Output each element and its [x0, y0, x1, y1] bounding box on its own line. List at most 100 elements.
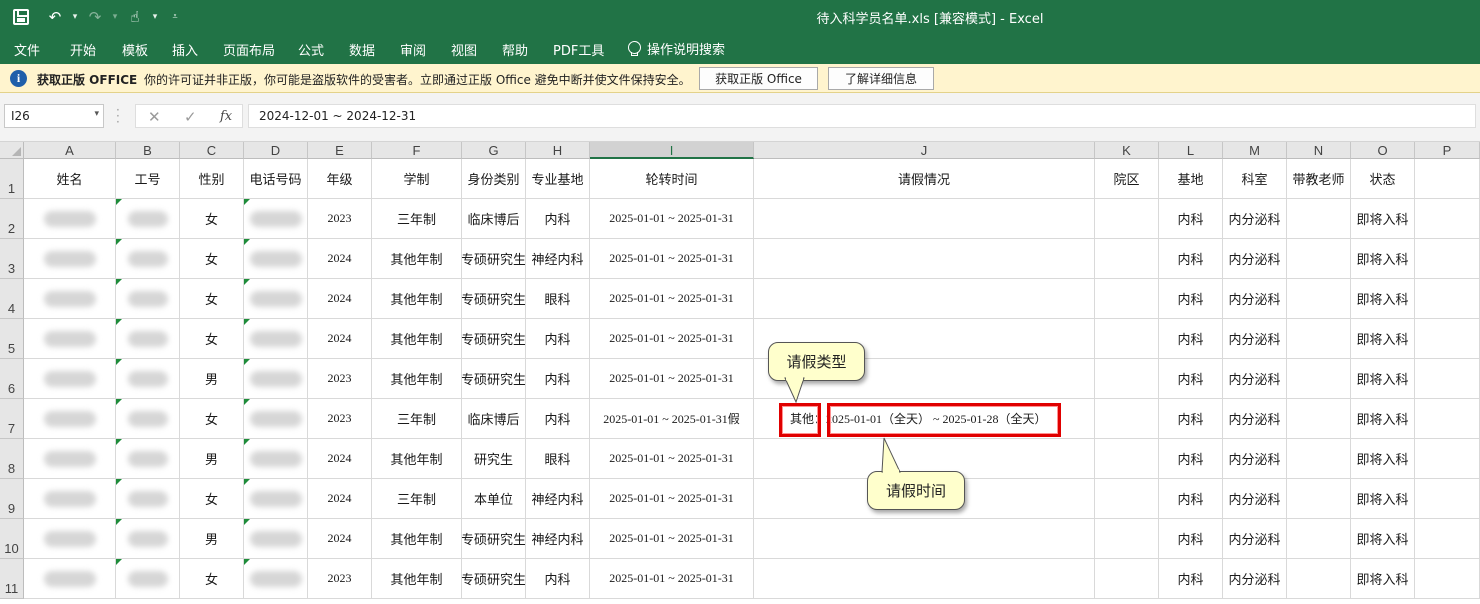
column-header-a[interactable]: A — [24, 142, 116, 159]
empty-cell[interactable] — [1415, 199, 1480, 239]
column-header-b[interactable]: B — [116, 142, 180, 159]
row-header-9[interactable]: 9 — [0, 479, 24, 519]
row-header-3[interactable]: 3 — [0, 239, 24, 279]
formula-input[interactable]: 2024-12-01 ~ 2024-12-31 — [248, 104, 1476, 128]
tab-review[interactable]: 审阅 — [400, 40, 426, 59]
status-cell[interactable]: 即将入科 — [1351, 399, 1415, 439]
empty-cell[interactable] — [1095, 199, 1159, 239]
formula-bar-grip[interactable]: · · · — [116, 104, 120, 128]
name-cell[interactable] — [24, 319, 116, 359]
identity-cell[interactable]: 临床博后 — [462, 199, 526, 239]
empty-cell[interactable] — [1287, 519, 1351, 559]
base-cell[interactable]: 神经内科 — [526, 239, 590, 279]
department-cell[interactable]: 内分泌科 — [1223, 439, 1287, 479]
identity-cell[interactable]: 临床博后 — [462, 399, 526, 439]
employee-id-cell[interactable] — [116, 279, 180, 319]
grade-cell[interactable]: 2024 — [308, 319, 372, 359]
empty-cell[interactable] — [1095, 319, 1159, 359]
header-cell-c[interactable]: 性别 — [180, 159, 244, 199]
status-cell[interactable]: 即将入科 — [1351, 479, 1415, 519]
row-header-6[interactable]: 6 — [0, 359, 24, 399]
empty-cell[interactable] — [1415, 239, 1480, 279]
empty-cell[interactable] — [1415, 479, 1480, 519]
gender-cell[interactable]: 女 — [180, 239, 244, 279]
jidi-cell[interactable]: 内科 — [1159, 519, 1223, 559]
system-cell[interactable]: 三年制 — [372, 479, 462, 519]
status-cell[interactable]: 即将入科 — [1351, 199, 1415, 239]
tab-page-layout[interactable]: 页面布局 — [223, 40, 275, 59]
base-cell[interactable]: 内科 — [526, 399, 590, 439]
header-cell-d[interactable]: 电话号码 — [244, 159, 308, 199]
row-header-5[interactable]: 5 — [0, 319, 24, 359]
department-cell[interactable]: 内分泌科 — [1223, 279, 1287, 319]
status-cell[interactable]: 即将入科 — [1351, 559, 1415, 599]
header-cell-o[interactable]: 状态 — [1351, 159, 1415, 199]
header-cell-a[interactable]: 姓名 — [24, 159, 116, 199]
tab-data[interactable]: 数据 — [349, 40, 375, 59]
column-header-h[interactable]: H — [526, 142, 590, 159]
system-cell[interactable]: 三年制 — [372, 199, 462, 239]
empty-cell[interactable] — [1287, 239, 1351, 279]
status-cell[interactable]: 即将入科 — [1351, 239, 1415, 279]
phone-cell[interactable] — [244, 479, 308, 519]
empty-cell[interactable] — [1415, 519, 1480, 559]
empty-cell[interactable] — [1287, 319, 1351, 359]
status-cell[interactable]: 即将入科 — [1351, 439, 1415, 479]
grade-cell[interactable]: 2023 — [308, 359, 372, 399]
department-cell[interactable]: 内分泌科 — [1223, 399, 1287, 439]
phone-cell[interactable] — [244, 399, 308, 439]
column-header-e[interactable]: E — [308, 142, 372, 159]
jidi-cell[interactable]: 内科 — [1159, 199, 1223, 239]
cancel-icon[interactable]: ✕ — [148, 108, 161, 126]
gender-cell[interactable]: 男 — [180, 519, 244, 559]
department-cell[interactable]: 内分泌科 — [1223, 199, 1287, 239]
empty-cell[interactable] — [1095, 359, 1159, 399]
phone-cell[interactable] — [244, 239, 308, 279]
leave-cell[interactable] — [754, 239, 1095, 279]
phone-cell[interactable] — [244, 319, 308, 359]
gender-cell[interactable]: 男 — [180, 359, 244, 399]
identity-cell[interactable]: 专硕研究生 — [462, 319, 526, 359]
header-cell-i[interactable]: 轮转时间 — [590, 159, 754, 199]
empty-cell[interactable] — [1095, 519, 1159, 559]
base-cell[interactable]: 内科 — [526, 559, 590, 599]
phone-cell[interactable] — [244, 439, 308, 479]
empty-cell[interactable] — [1287, 439, 1351, 479]
jidi-cell[interactable]: 内科 — [1159, 439, 1223, 479]
jidi-cell[interactable]: 内科 — [1159, 399, 1223, 439]
rotation-time-cell[interactable]: 2025-01-01 ~ 2025-01-31 — [590, 519, 754, 559]
phone-cell[interactable] — [244, 519, 308, 559]
leave-cell[interactable] — [754, 279, 1095, 319]
tab-home[interactable]: 开始 — [70, 40, 96, 59]
system-cell[interactable]: 其他年制 — [372, 319, 462, 359]
base-cell[interactable]: 神经内科 — [526, 519, 590, 559]
empty-cell[interactable] — [1095, 559, 1159, 599]
employee-id-cell[interactable] — [116, 199, 180, 239]
empty-cell[interactable] — [1415, 559, 1480, 599]
empty-cell[interactable] — [1095, 479, 1159, 519]
name-cell[interactable] — [24, 199, 116, 239]
empty-cell[interactable] — [1287, 359, 1351, 399]
row-header-11[interactable]: 11 — [0, 559, 24, 599]
jidi-cell[interactable]: 内科 — [1159, 479, 1223, 519]
rotation-time-cell[interactable]: 2025-01-01 ~ 2025-01-31 — [590, 239, 754, 279]
column-header-k[interactable]: K — [1095, 142, 1159, 159]
empty-cell[interactable] — [1287, 199, 1351, 239]
tab-help[interactable]: 帮助 — [502, 40, 528, 59]
row-header-7[interactable]: 7 — [0, 399, 24, 439]
status-cell[interactable]: 即将入科 — [1351, 359, 1415, 399]
identity-cell[interactable]: 专硕研究生 — [462, 559, 526, 599]
employee-id-cell[interactable] — [116, 519, 180, 559]
header-cell-j[interactable]: 请假情况 — [754, 159, 1095, 199]
enter-icon[interactable]: ✓ — [184, 108, 197, 126]
system-cell[interactable]: 其他年制 — [372, 439, 462, 479]
name-cell[interactable] — [24, 239, 116, 279]
name-cell[interactable] — [24, 439, 116, 479]
name-cell[interactable] — [24, 479, 116, 519]
status-cell[interactable]: 即将入科 — [1351, 519, 1415, 559]
phone-cell[interactable] — [244, 359, 308, 399]
column-header-c[interactable]: C — [180, 142, 244, 159]
column-header-m[interactable]: M — [1223, 142, 1287, 159]
rotation-time-cell[interactable]: 2025-01-01 ~ 2025-01-31 — [590, 559, 754, 599]
base-cell[interactable]: 眼科 — [526, 279, 590, 319]
